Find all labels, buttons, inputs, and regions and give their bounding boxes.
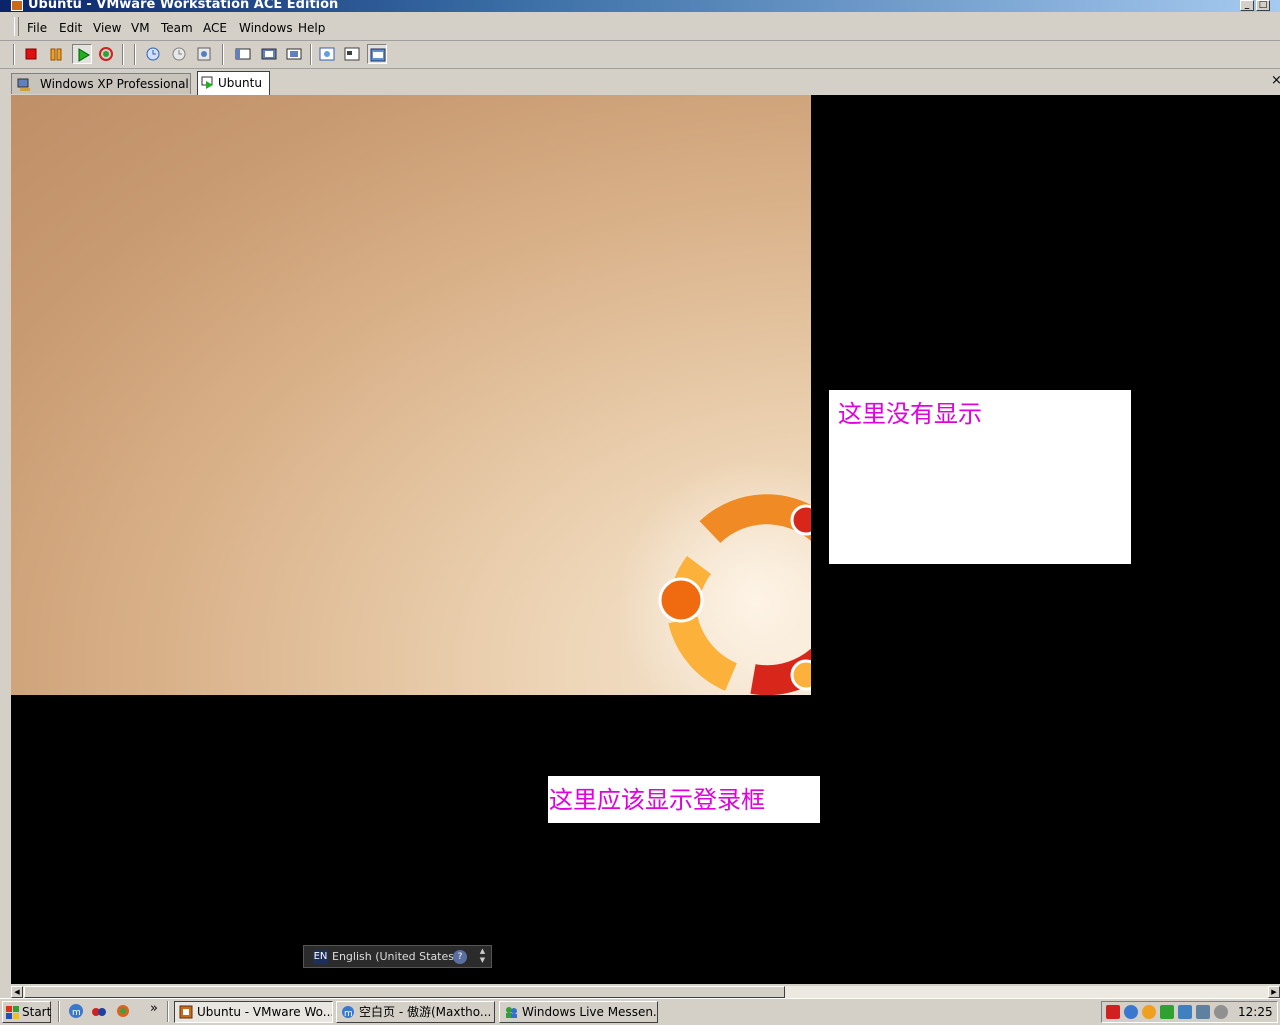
- tab-ubuntu[interactable]: Ubuntu: [197, 71, 270, 95]
- tab-label: Ubuntu: [218, 76, 262, 90]
- windows-flag-icon: [6, 1006, 19, 1019]
- network-icon[interactable]: [1178, 1005, 1192, 1019]
- full-screen-icon[interactable]: [259, 44, 279, 64]
- snapshot-manager-icon[interactable]: [194, 44, 214, 64]
- window-title: Ubuntu - VMware Workstation ACE Edition: [28, 0, 339, 12]
- browser-icon[interactable]: [115, 1003, 132, 1020]
- menu-bar: File Edit View VM Team ACE Windows Help: [0, 14, 1280, 41]
- toolbar: [0, 41, 1280, 69]
- messenger-tray-icon[interactable]: [1160, 1005, 1174, 1019]
- svg-text:m: m: [72, 1008, 81, 1018]
- toolbar-separator: [222, 44, 224, 65]
- menu-help[interactable]: Help: [298, 21, 325, 35]
- tab-bar: Windows XP Professional Ubuntu ×: [0, 70, 1280, 95]
- tab-windows-xp[interactable]: Windows XP Professional: [11, 73, 191, 94]
- toolbar-separator: [134, 44, 136, 65]
- snapshot-icon[interactable]: [143, 44, 163, 64]
- maxthon-icon[interactable]: m: [68, 1003, 85, 1020]
- taskbar-button-label: Ubuntu - VMware Wo...: [197, 1005, 333, 1019]
- menu-view[interactable]: View: [93, 21, 121, 35]
- reset-icon[interactable]: [96, 44, 116, 64]
- clock[interactable]: 12:25: [1238, 1005, 1273, 1019]
- language-code-badge: EN: [313, 950, 328, 964]
- vm-display[interactable]: 这里没有显示 这里应该显示登录框 EN English (United Stat…: [11, 95, 1280, 984]
- language-selector[interactable]: EN English (United States) ? ▲ ▼: [303, 945, 492, 968]
- ubuntu-wallpaper: [11, 95, 811, 695]
- power-on-icon[interactable]: [72, 44, 92, 64]
- start-button[interactable]: Start: [2, 1001, 51, 1023]
- taskbar-button-vmware[interactable]: Ubuntu - VMware Wo...: [174, 1001, 333, 1023]
- minimize-button[interactable]: _: [1240, 0, 1254, 11]
- close-tab-icon[interactable]: ×: [1271, 73, 1280, 88]
- summary-icon[interactable]: [317, 44, 337, 64]
- ubuntu-logo-icon: [616, 460, 811, 695]
- maximize-button[interactable]: □: [1256, 0, 1270, 11]
- annotation-text: 这里没有显示: [838, 400, 982, 428]
- tab-label: Windows XP Professional: [40, 77, 189, 91]
- help-icon[interactable]: ?: [453, 950, 467, 964]
- toolbar-grip[interactable]: [13, 44, 15, 65]
- taskbar: Start m » Ubuntu - VMware Wo... m 空白页 - …: [0, 998, 1280, 1025]
- menu-ace[interactable]: ACE: [203, 21, 227, 35]
- vm-icon: [17, 78, 30, 91]
- taskbar-button-messenger[interactable]: Windows Live Messen...: [499, 1001, 658, 1023]
- suspend-icon[interactable]: [46, 44, 66, 64]
- vmware-icon: [179, 1005, 193, 1019]
- power-off-icon[interactable]: [21, 44, 41, 64]
- title-bar[interactable]: Ubuntu - VMware Workstation ACE Edition …: [0, 0, 1280, 12]
- taskbar-button-label: 空白页 - 傲游(Maxtho...: [359, 1005, 492, 1019]
- menu-windows[interactable]: Windows: [239, 21, 293, 35]
- menu-file[interactable]: File: [27, 21, 47, 35]
- taskbar-button-maxthon[interactable]: m 空白页 - 傲游(Maxtho...: [336, 1001, 495, 1023]
- scroll-left-button[interactable]: ◀: [11, 986, 23, 998]
- toolbar-separator: [310, 44, 312, 65]
- scroll-right-button[interactable]: ▶: [1268, 986, 1280, 998]
- media-player-icon[interactable]: [91, 1003, 108, 1020]
- annotation-login-box: 这里应该显示登录框: [548, 776, 820, 823]
- console-icon[interactable]: [342, 44, 362, 64]
- maxthon-icon: m: [342, 1006, 354, 1019]
- svg-text:m: m: [344, 1009, 353, 1019]
- scroll-thumb[interactable]: [24, 986, 785, 998]
- menu-edit[interactable]: Edit: [59, 21, 82, 35]
- vmware-app-icon[interactable]: [11, 0, 23, 11]
- taskbar-button-label: Windows Live Messen...: [522, 1005, 658, 1019]
- taskbar-separator: [167, 1001, 169, 1022]
- quick-switch-icon[interactable]: [233, 44, 253, 64]
- vm-running-icon: [201, 76, 213, 89]
- volume-icon[interactable]: [1214, 1005, 1228, 1019]
- revert-snapshot-icon[interactable]: [169, 44, 189, 64]
- taskbar-separator: [58, 1001, 60, 1022]
- spinner-arrows-icon[interactable]: ▲ ▼: [476, 947, 489, 966]
- appliance-view-icon[interactable]: [367, 44, 387, 64]
- qq-icon[interactable]: [1142, 1005, 1156, 1019]
- fit-guest-icon[interactable]: [284, 44, 304, 64]
- system-tray: 12:25: [1101, 1001, 1278, 1023]
- menu-grip[interactable]: [14, 17, 19, 36]
- network-2-icon[interactable]: [1196, 1005, 1210, 1019]
- start-label: Start: [22, 1005, 52, 1019]
- menu-vm[interactable]: VM: [131, 21, 150, 35]
- toolbar-separator: [122, 44, 124, 65]
- antivirus-icon[interactable]: [1106, 1005, 1120, 1019]
- menu-team[interactable]: Team: [161, 21, 193, 35]
- quick-launch-more[interactable]: »: [150, 1001, 158, 1016]
- horizontal-scrollbar[interactable]: ◀ ▶: [11, 985, 1280, 998]
- annotation-not-displayed: 这里没有显示: [829, 390, 1131, 564]
- maxthon-tray-icon[interactable]: [1124, 1005, 1138, 1019]
- language-label: English (United States): [332, 950, 459, 963]
- annotation-text: 这里应该显示登录框: [549, 786, 765, 814]
- messenger-icon: [506, 1007, 517, 1018]
